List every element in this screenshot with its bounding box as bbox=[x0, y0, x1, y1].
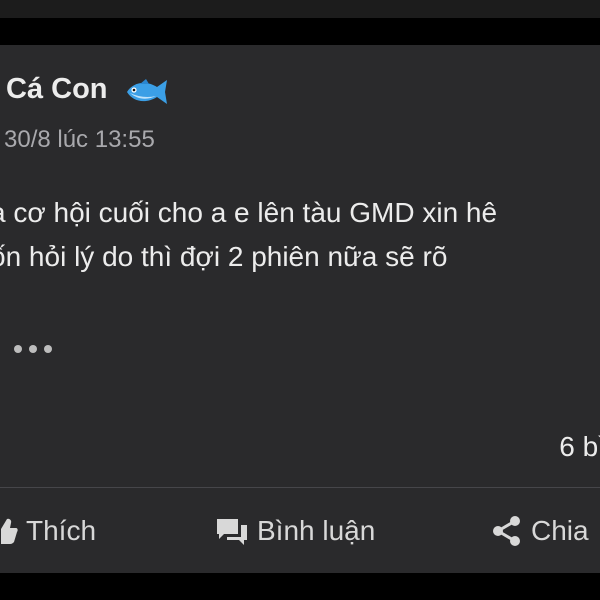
post-timestamp[interactable]: 30/8 lúc 13:55 bbox=[4, 126, 155, 154]
comment-count[interactable]: 6 bì bbox=[559, 431, 600, 463]
post-card: Cá Con 30/8 lúc 13:55 à cơ hội cuối cho … bbox=[0, 45, 600, 573]
post-text-line: à cơ hội cuối cho a e lên tàu GMD xin hê bbox=[0, 197, 498, 228]
screen: Cá Con 30/8 lúc 13:55 à cơ hội cuối cho … bbox=[0, 0, 600, 600]
fish-icon bbox=[127, 79, 167, 104]
comment-button[interactable]: Bình luận bbox=[215, 513, 375, 549]
ellipsis-icon-dot bbox=[29, 345, 37, 353]
more-options-button[interactable] bbox=[10, 338, 56, 362]
ellipsis-icon-dot bbox=[14, 345, 22, 353]
post-text: à cơ hội cuối cho a e lên tàu GMD xin hê… bbox=[0, 191, 497, 279]
comment-icon bbox=[217, 519, 247, 545]
previous-post-edge bbox=[0, 0, 600, 18]
share-button[interactable]: Chia bbox=[491, 513, 589, 549]
author-name[interactable]: Cá Con bbox=[6, 73, 108, 106]
comment-label: Bình luận bbox=[257, 515, 376, 546]
share-icon bbox=[493, 516, 520, 546]
like-label: Thích bbox=[26, 515, 97, 546]
action-divider bbox=[0, 487, 600, 488]
thumbs-up-icon bbox=[1, 518, 18, 544]
share-label: Chia bbox=[531, 515, 589, 546]
ellipsis-icon-dot bbox=[44, 345, 52, 353]
post-text-line: ốn hỏi lý do thì đợi 2 phiên nữa sẽ rõ bbox=[0, 241, 448, 272]
like-button[interactable]: Thích bbox=[0, 513, 96, 549]
